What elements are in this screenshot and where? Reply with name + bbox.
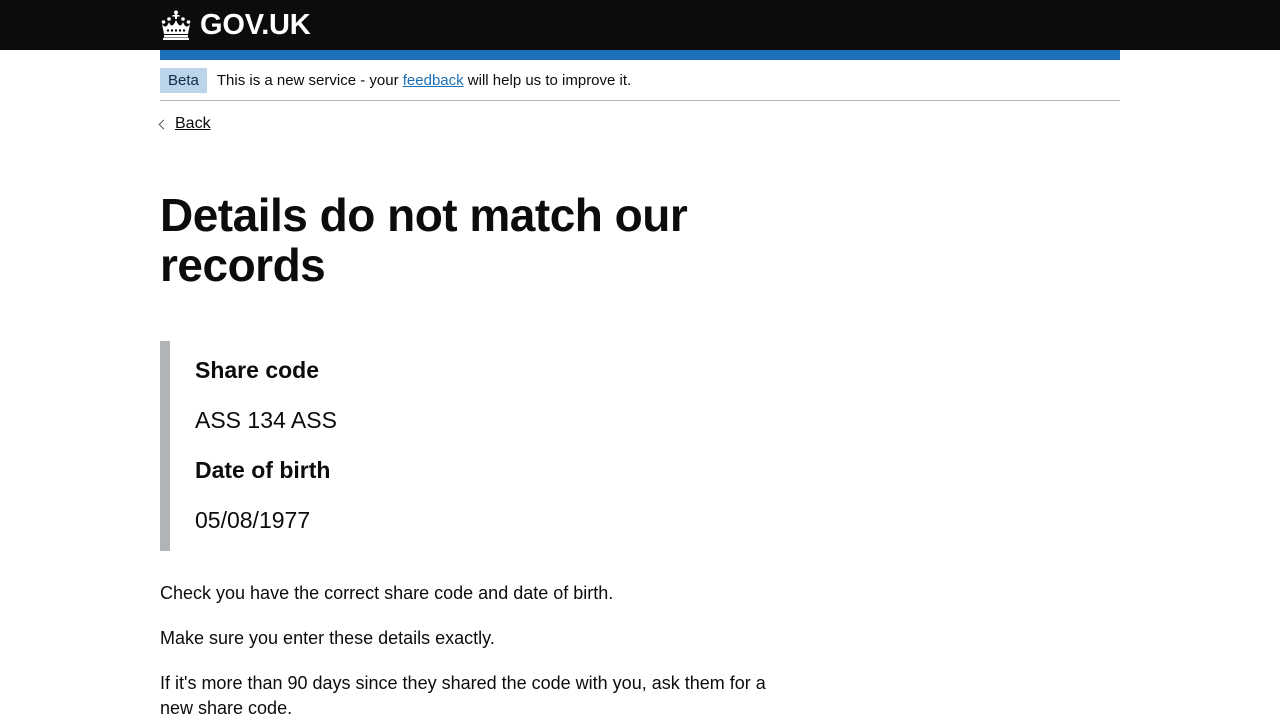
page-title: Details do not match our records xyxy=(160,189,688,291)
dob-value: 05/08/1977 xyxy=(195,507,311,533)
share-code-value: ASS 134 ASS xyxy=(195,407,337,433)
feedback-link[interactable]: feedback xyxy=(403,72,464,89)
back-link-label: Back xyxy=(175,115,211,132)
body-paragraph: Make sure you enter these details exactl… xyxy=(160,628,495,648)
site-header: GOV.UK xyxy=(0,0,1280,50)
phase-text-before: This is a new service - your xyxy=(216,71,403,89)
phase-text-after: will help us to improve it. xyxy=(463,71,632,89)
details-inset: Share code ASS 134 ASS Date of birth 05/… xyxy=(160,341,620,551)
logo-text: GOV.UK xyxy=(200,8,311,41)
body-paragraph: Check you have the correct share code an… xyxy=(160,583,614,603)
dob-label: Date of birth xyxy=(195,457,331,483)
phase-banner: Beta This is a new service - your feedba… xyxy=(160,60,1120,101)
phase-tag: Beta xyxy=(160,67,207,93)
header-blue-bar xyxy=(160,50,1120,60)
body-paragraph: If it's more than 90 days since they sha… xyxy=(160,673,766,718)
phase-banner-text: This is a new service - your feedback wi… xyxy=(217,72,631,89)
share-code-label: Share code xyxy=(195,357,319,383)
govuk-logo-link[interactable]: GOV.UK xyxy=(160,9,311,42)
back-link[interactable]: Back xyxy=(158,115,211,133)
chevron-left-icon xyxy=(158,119,169,130)
crown-icon xyxy=(161,10,191,40)
